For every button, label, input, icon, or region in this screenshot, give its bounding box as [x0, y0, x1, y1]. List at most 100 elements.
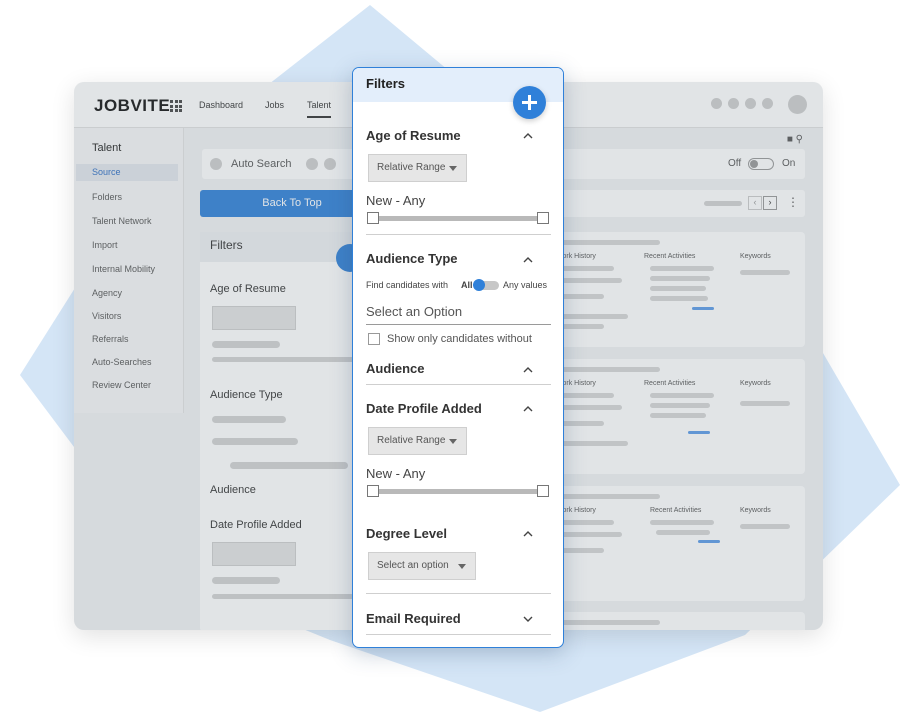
bg-dropdown [212, 306, 296, 330]
nav-talent[interactable]: Talent [307, 100, 332, 118]
bg-placeholder [230, 462, 348, 469]
caret-down-icon [458, 564, 466, 569]
toolbar-icons[interactable]: ■ ⚲ [787, 134, 803, 145]
card-placeholder [656, 530, 710, 535]
slider-handle-max[interactable] [537, 485, 549, 497]
keywords-label: Keywords [740, 380, 771, 387]
candidate-card[interactable]: Work History Recent Activities Keywords [548, 359, 805, 474]
degree-level-dropdown[interactable]: Select an option [368, 552, 476, 580]
keywords-label: Keywords [740, 507, 771, 514]
sidebar-item-source[interactable]: Source [76, 164, 178, 181]
bg-slider [212, 357, 360, 362]
toggle-any-values-label: Any values [503, 280, 548, 290]
card-placeholder [556, 393, 614, 398]
nav-jobs[interactable]: Jobs [265, 100, 284, 110]
card-placeholder [556, 441, 628, 446]
show-only-label: Show only candidates without [387, 333, 532, 345]
card-placeholder [650, 520, 714, 525]
sidebar-item-import[interactable]: Import [92, 240, 118, 250]
auto-search-toggle[interactable] [748, 158, 774, 170]
sidebar-item-internal-mobility[interactable]: Internal Mobility [92, 264, 155, 274]
card-placeholder [650, 296, 708, 301]
card-placeholder [556, 266, 614, 271]
sidebar: Talent Source Folders Talent Network Imp… [74, 128, 184, 413]
auto-search-label[interactable]: Auto Search [231, 158, 292, 170]
bg-dropdown [212, 542, 296, 566]
chevron-up-icon[interactable] [523, 255, 533, 265]
sidebar-item-agency[interactable]: Agency [92, 288, 122, 298]
audience-label: Audience [366, 361, 425, 376]
slider-handle-max[interactable] [537, 212, 549, 224]
sidebar-item-review-center[interactable]: Review Center [92, 380, 151, 390]
card-placeholder [650, 413, 706, 418]
date-profile-dropdown[interactable]: Relative Range [368, 427, 467, 455]
card-placeholder [650, 393, 714, 398]
recent-activities-label: Recent Activities [644, 253, 696, 260]
bg-placeholder [212, 438, 298, 445]
sidebar-item-visitors[interactable]: Visitors [92, 311, 121, 321]
card-placeholder [556, 240, 660, 245]
all-any-toggle[interactable] [473, 279, 499, 291]
divider [366, 634, 551, 635]
chevron-up-icon[interactable] [523, 131, 533, 141]
sidebar-item-auto-searches[interactable]: Auto-Searches [92, 357, 152, 367]
candidate-card[interactable]: Work History Recent Activities Keywords [548, 232, 805, 347]
find-candidates-text: Find candidates with [366, 280, 449, 290]
kebab-menu-icon[interactable]: ⋮ [787, 195, 799, 209]
divider [366, 593, 551, 594]
placeholder-dot [306, 158, 318, 170]
card-placeholder [740, 270, 790, 275]
slider-handle-min[interactable] [367, 212, 379, 224]
pager-placeholder [704, 201, 742, 206]
search-indicator-icon [210, 158, 222, 170]
chevron-up-icon[interactable] [523, 365, 533, 375]
recent-activities-label: Recent Activities [650, 507, 702, 514]
chevron-up-icon[interactable] [523, 404, 533, 414]
card-placeholder [650, 403, 710, 408]
card-placeholder [650, 286, 706, 291]
card-placeholder [556, 620, 660, 625]
card-placeholder [556, 532, 622, 537]
slider-handle-min[interactable] [367, 485, 379, 497]
pagination-bar: ‹ › ⋮ [544, 190, 805, 217]
filters-panel: Filters Age of Resume Relative Range New… [352, 67, 564, 648]
jobvite-logo: JOBVITE [94, 96, 171, 115]
chevron-down-icon[interactable] [523, 614, 533, 624]
card-accent-bar [688, 431, 710, 434]
age-range-value: New - Any [366, 193, 426, 208]
age-of-resume-dropdown[interactable]: Relative Range [368, 154, 467, 182]
age-range-slider[interactable] [371, 216, 543, 221]
sidebar-item-talent-network[interactable]: Talent Network [92, 216, 152, 226]
chevron-up-icon[interactable] [523, 529, 533, 539]
card-placeholder [740, 401, 790, 406]
top-action-placeholders [711, 98, 773, 109]
add-filter-button[interactable] [513, 86, 546, 119]
dropdown-value: Select an option [377, 560, 449, 571]
prev-page-icon[interactable]: ‹ [748, 196, 762, 210]
date-range-slider[interactable] [371, 489, 543, 494]
nav-dashboard[interactable]: Dashboard [199, 100, 243, 110]
user-avatar[interactable] [788, 95, 807, 114]
card-placeholder [556, 405, 622, 410]
sidebar-item-folders[interactable]: Folders [92, 192, 122, 202]
audience-type-select[interactable]: Select an Option [366, 304, 462, 319]
degree-level-label: Degree Level [366, 526, 447, 541]
next-page-icon[interactable]: › [763, 196, 777, 210]
card-placeholder [556, 314, 628, 319]
toggle-off-label: Off [728, 158, 742, 169]
card-placeholder [556, 494, 660, 499]
bg-placeholder [212, 416, 286, 423]
candidate-card[interactable]: Work History Recent Activities Keywords [548, 486, 805, 601]
background-filters-panel: Filters Age of Resume Audience Type Audi… [200, 232, 360, 630]
candidate-card[interactable] [548, 612, 805, 630]
date-range-value: New - Any [366, 466, 426, 481]
card-accent-bar [692, 307, 714, 310]
recent-activities-label: Recent Activities [644, 380, 696, 387]
email-required-label: Email Required [366, 611, 461, 626]
sidebar-item-referrals[interactable]: Referrals [92, 334, 129, 344]
card-placeholder [650, 276, 710, 281]
bg-placeholder [212, 341, 280, 348]
app-grid-icon[interactable] [170, 100, 182, 112]
select-underline [366, 324, 551, 325]
show-only-checkbox[interactable] [368, 333, 380, 345]
